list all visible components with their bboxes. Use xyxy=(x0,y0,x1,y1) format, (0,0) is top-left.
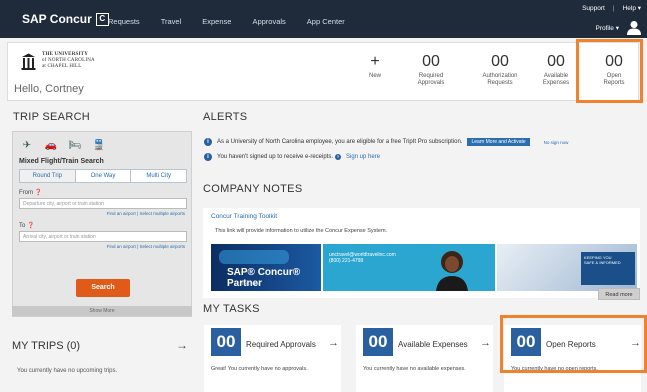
alert-tripit: i As a University of North Carolina empl… xyxy=(204,138,568,146)
trip-type-tabs: Round Trip One Way Multi City xyxy=(19,169,187,183)
plus-icon: + xyxy=(370,53,380,70)
help-icon: ❓ xyxy=(34,190,43,196)
profile-menu[interactable]: Profile ▾ xyxy=(596,24,620,32)
arrow-right-icon[interactable]: → xyxy=(480,337,491,349)
to-label: To ❓ xyxy=(19,223,35,229)
alerts-title: ALERTS xyxy=(203,111,248,123)
tab-multi-city[interactable]: Multi City xyxy=(131,170,186,182)
arrow-right-icon[interactable]: → xyxy=(176,338,188,352)
user-avatar-icon[interactable] xyxy=(627,20,641,35)
new-button[interactable]: + New xyxy=(360,53,390,80)
sap-concur-logo[interactable]: SAP Concur C xyxy=(22,12,109,26)
university-well-logo-icon xyxy=(21,53,36,70)
learn-more-button[interactable]: Learn More and Activate xyxy=(467,138,530,146)
read-more-button[interactable]: Read more xyxy=(598,288,640,300)
training-toolkit-link[interactable]: Concur Training Toolkit xyxy=(211,213,277,220)
required-approvals-card[interactable]: 00 Required Approvals → Great! You curre… xyxy=(204,325,341,392)
arrow-right-icon[interactable]: → xyxy=(328,337,339,349)
sign-up-link[interactable]: Sign up here xyxy=(346,154,380,160)
required-approvals-stat[interactable]: 00 Required Approvals xyxy=(408,53,454,87)
concur-mark-icon: C xyxy=(95,12,109,26)
to-input[interactable]: Arrival city, airport or train station xyxy=(19,231,187,242)
my-trips-title[interactable]: MY TRIPS (0) xyxy=(12,340,80,352)
hotel-icon[interactable]: 🛏 xyxy=(68,140,82,151)
agent-photo-icon xyxy=(436,251,468,291)
help-icon: ❓ xyxy=(27,223,35,229)
available-expenses-stat[interactable]: 00 Available Expenses xyxy=(536,53,576,87)
main-nav: Requests Travel Expense Approvals App Ce… xyxy=(108,17,366,26)
nav-expense[interactable]: Expense xyxy=(202,17,231,26)
info-icon: i xyxy=(204,138,212,146)
alert-ereceipts: i You haven't signed up to receive e-rec… xyxy=(204,153,568,161)
car-icon[interactable]: 🚗 xyxy=(44,140,58,151)
highlight-open-reports-stat xyxy=(576,39,643,103)
university-name: THE UNIVERSITY of NORTH CAROLINA at CHAP… xyxy=(42,52,95,69)
greeting: Hello, Cortney xyxy=(14,83,84,95)
help-menu[interactable]: Help ▾ xyxy=(623,5,641,12)
info-icon: i xyxy=(204,153,212,161)
flight-icon[interactable]: ✈ xyxy=(20,140,34,151)
show-more-button[interactable]: Show More xyxy=(12,306,192,316)
top-navigation-bar: SAP Concur C Requests Travel Expense App… xyxy=(0,0,647,38)
from-input[interactable]: Departure city, airport or train station xyxy=(19,198,187,209)
form-subtitle: Mixed Flight/Train Search xyxy=(19,158,104,165)
my-tasks-title: MY TASKS xyxy=(203,303,260,315)
nav-travel[interactable]: Travel xyxy=(161,17,182,26)
tab-one-way[interactable]: One Way xyxy=(76,170,132,182)
train-icon[interactable]: 🚆 xyxy=(92,140,106,151)
to-airport-links[interactable]: Find an airport | Select multiple airpor… xyxy=(17,244,185,249)
help-icon[interactable]: ? xyxy=(335,154,341,160)
support-link[interactable]: Support xyxy=(582,5,605,12)
profile-header: THE UNIVERSITY of NORTH CAROLINA at CHAP… xyxy=(7,42,639,101)
from-label: From ❓ xyxy=(19,190,43,196)
no-sign-now-link[interactable]: No sign now xyxy=(544,140,569,145)
no-trips-message: You currently have no upcoming trips. xyxy=(17,368,118,374)
utility-links: Support | Help ▾ xyxy=(582,5,641,12)
trip-type-icons: ✈ 🚗 🛏 🚆 xyxy=(20,140,106,151)
logo-text: SAP Concur xyxy=(22,12,92,26)
nav-requests[interactable]: Requests xyxy=(108,17,140,26)
nav-app-center[interactable]: App Center xyxy=(307,17,345,26)
world-travel-contact-banner[interactable]: unctravel@worldtravelinc.com (800) 221-4… xyxy=(323,244,495,291)
from-airport-links[interactable]: Find an airport | Select multiple airpor… xyxy=(17,211,185,216)
safety-banner[interactable]: KEEPING YOU SAFE & INFORMED xyxy=(497,244,637,291)
nav-approvals[interactable]: Approvals xyxy=(252,17,285,26)
search-button[interactable]: Search xyxy=(76,279,130,297)
company-notes-title: COMPANY NOTES xyxy=(203,183,303,195)
tab-round-trip[interactable]: Round Trip xyxy=(20,170,76,182)
alerts-list: i As a University of North Carolina empl… xyxy=(204,138,568,168)
notes-description: This link will provide information to ut… xyxy=(215,228,388,234)
trip-search-title: TRIP SEARCH xyxy=(13,111,91,123)
available-expenses-card[interactable]: 00 Available Expenses → You currently ha… xyxy=(356,325,493,392)
highlight-open-reports-card xyxy=(500,315,647,373)
company-notes-box: Concur Training Toolkit This link will p… xyxy=(203,208,640,298)
authorization-requests-stat[interactable]: 00 Authorization Requests xyxy=(471,53,529,87)
concur-partner-banner[interactable]: SAP® Concur® Partner TMC Elite xyxy=(211,244,321,291)
